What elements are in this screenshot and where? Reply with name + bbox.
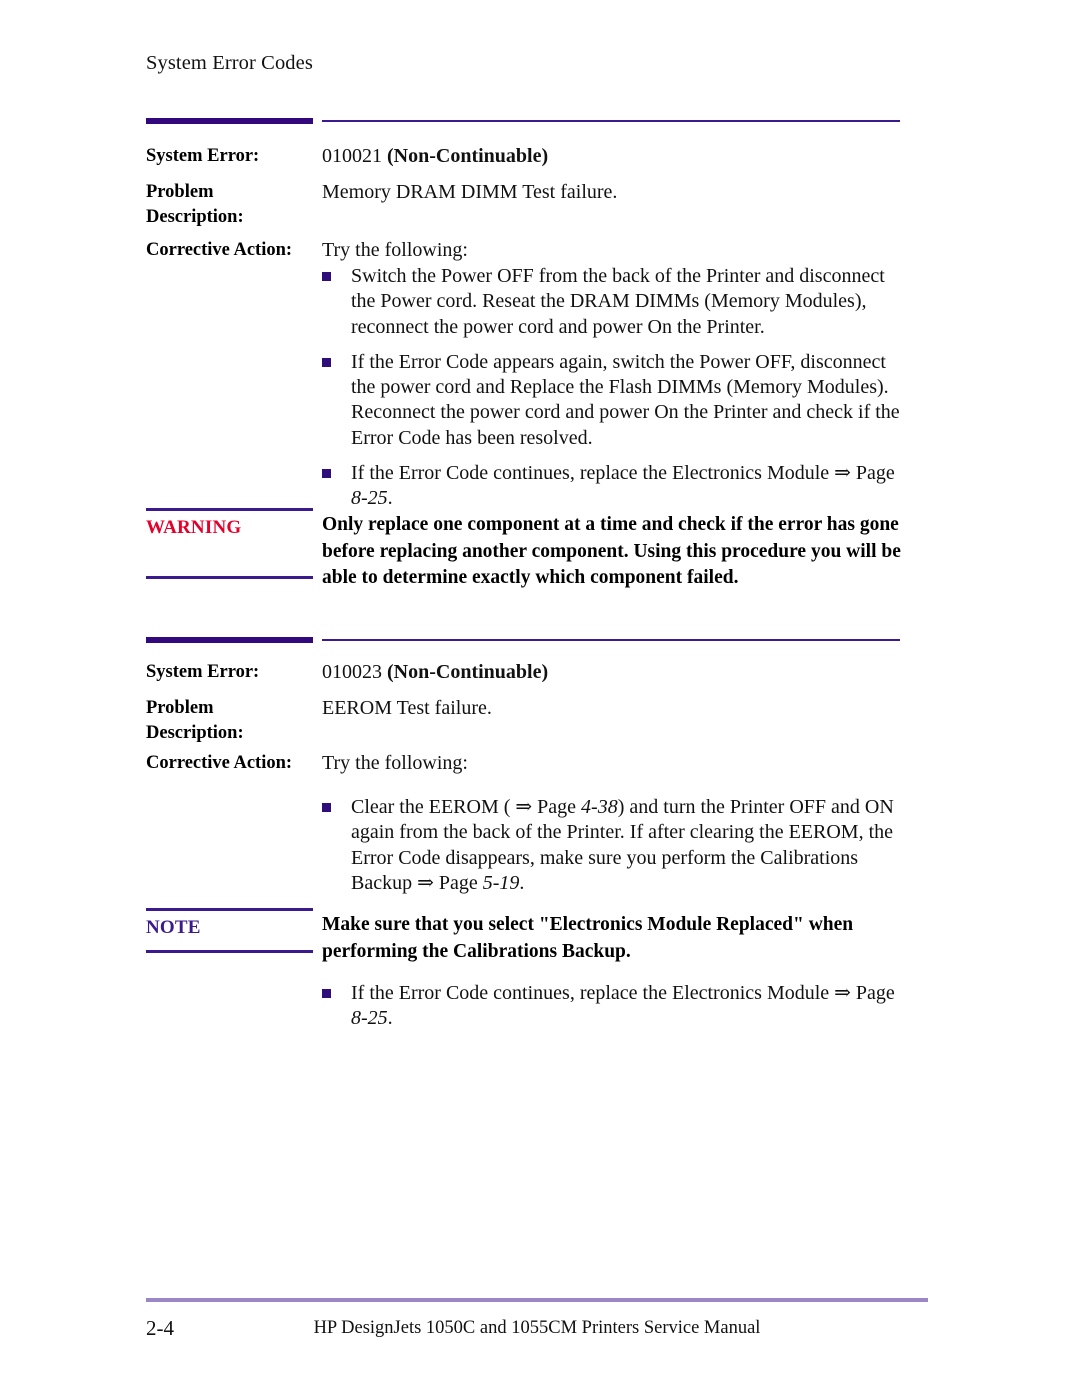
label-problem-description-2: Problem Description:	[146, 696, 316, 746]
page-reference: 4-38	[581, 796, 618, 818]
rule-thick-segment	[146, 118, 313, 124]
bullet-square-icon	[322, 803, 331, 812]
list-item: If the Error Code appears again, switch …	[322, 350, 904, 451]
footer-rule	[146, 1298, 928, 1302]
label-problem-line1: Problem	[146, 698, 214, 718]
bullet-square-icon	[322, 989, 331, 998]
bullet-list-entry-2-cont: If the Error Code continues, replace the…	[322, 981, 904, 1032]
error-code-1: 010021	[322, 145, 387, 167]
note-bottom-rule	[146, 950, 313, 953]
section-rule-entry-1	[146, 118, 900, 125]
document-page: System Error Codes System Error: 010021 …	[0, 0, 1080, 1397]
list-item: Clear the EEROM ( ⇒ Page 4-38) and turn …	[322, 795, 904, 896]
label-problem-line2: Description:	[146, 207, 244, 227]
list-item: If the Error Code continues, replace the…	[322, 981, 904, 1032]
error-kind-2: (Non-Continuable)	[387, 661, 549, 683]
list-item-text: If the Error Code continues, replace the…	[351, 462, 895, 510]
value-corrective-intro-1: Try the following:	[322, 239, 468, 261]
warning-bottom-rule	[146, 576, 313, 579]
value-corrective-intro-2: Try the following:	[322, 752, 468, 774]
list-item-text: Switch the Power OFF from the back of th…	[351, 265, 885, 338]
rule-thin-segment	[322, 120, 900, 122]
running-header: System Error Codes	[146, 52, 313, 74]
page-reference: 8-25	[351, 487, 388, 510]
label-corrective-action: Corrective Action:	[146, 240, 293, 260]
note-tag-box: NOTE	[146, 908, 313, 953]
bullet-list-entry-1: Switch the Power OFF from the back of th…	[322, 264, 904, 512]
note-text: Make sure that you select "Electronics M…	[322, 914, 854, 962]
value-system-error-2: 010023 (Non-Continuable)	[322, 660, 900, 685]
page-reference: 5-19	[482, 871, 520, 894]
list-item-text: If the Error Code appears again, switch …	[351, 350, 900, 449]
list-item: If the Error Code continues, replace the…	[322, 461, 904, 512]
footer-manual-title: HP DesignJets 1050C and 1055CM Printers …	[313, 1318, 761, 1338]
list-item: Switch the Power OFF from the back of th…	[322, 264, 904, 340]
warning-tag-box: WARNING	[146, 508, 313, 579]
bullet-square-icon	[322, 469, 331, 479]
value-problem-description-1: Memory DRAM DIMM Test failure.	[322, 181, 618, 203]
rule-thin-segment	[322, 639, 900, 641]
bullet-square-icon	[322, 272, 331, 281]
list-item-text: Clear the EEROM ( ⇒ Page 4-38) and turn …	[351, 796, 894, 894]
bullet-list-entry-2: Clear the EEROM ( ⇒ Page 4-38) and turn …	[322, 795, 904, 896]
rule-thick-segment	[146, 637, 313, 643]
page-reference: 8-25	[351, 1007, 388, 1030]
label-system-error-2: System Error:	[146, 662, 260, 682]
warning-label: WARNING	[146, 517, 242, 538]
section-rule-entry-2	[146, 637, 900, 644]
label-system-error: System Error:	[146, 146, 260, 166]
bullet-square-icon	[322, 357, 331, 367]
value-problem-description-2: EEROM Test failure.	[322, 697, 492, 719]
error-kind-1: (Non-Continuable)	[387, 145, 549, 167]
value-system-error-1: 010021 (Non-Continuable)	[322, 144, 900, 169]
error-code-2: 010023	[322, 661, 387, 683]
note-label: NOTE	[146, 917, 201, 938]
label-problem-description: Problem Description:	[146, 180, 316, 230]
label-corrective-action-2: Corrective Action:	[146, 753, 293, 773]
label-problem-line1: Problem	[146, 182, 214, 202]
warning-text: Only replace one component at a time and…	[322, 514, 901, 588]
label-problem-line2: Description:	[146, 723, 244, 743]
list-item-text: If the Error Code continues, replace the…	[351, 982, 895, 1030]
